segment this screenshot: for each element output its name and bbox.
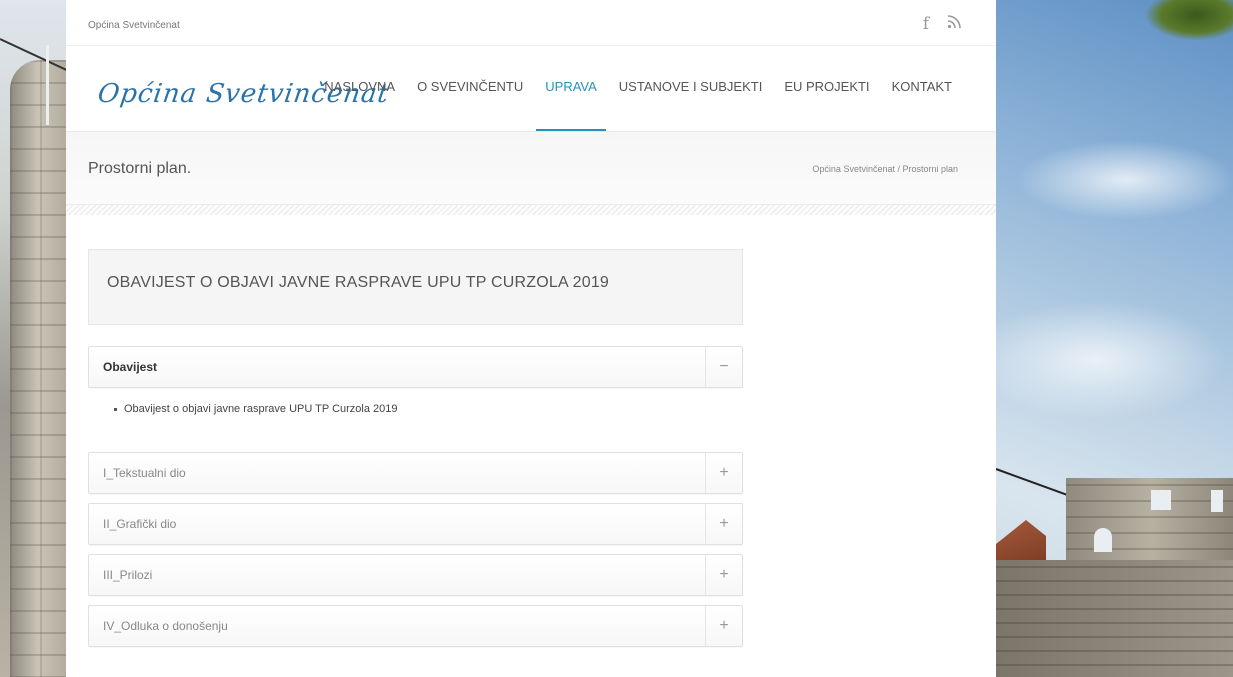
header: Općina Svetvinčenat NASLOVNA O SVEVINČEN… — [66, 46, 996, 132]
expand-icon[interactable]: + — [705, 555, 742, 595]
facebook-icon[interactable]: f — [923, 14, 929, 34]
decorative-stripe — [66, 205, 996, 215]
cloud — [1016, 140, 1233, 220]
nav-item-eu-projekti[interactable]: EU PROJEKTI — [773, 79, 880, 131]
accordion-label: IV_Odluka o donošenju — [103, 619, 228, 633]
document-link[interactable]: Obavijest o objavi javne rasprave UPU TP… — [114, 403, 743, 415]
nav-item-o-svevincentu[interactable]: O SVEVINČENTU — [406, 79, 534, 131]
accordion-body-obavijest: Obavijest o objavi javne rasprave UPU TP… — [88, 388, 743, 433]
nav-item-ustanove-i-subjekti[interactable]: USTANOVE I SUBJEKTI — [608, 79, 774, 131]
background-photo-right — [996, 0, 1233, 677]
castle-window — [1094, 528, 1112, 552]
accordion-label: Obavijest — [103, 360, 158, 374]
castle-window — [1211, 490, 1223, 512]
accordion-label: I_Tekstualni dio — [103, 466, 186, 480]
background-photo-left — [0, 0, 66, 677]
accordion-obavijest[interactable]: Obavijest − — [88, 346, 743, 388]
expand-icon[interactable]: + — [705, 453, 742, 493]
accordion-odluka-o-donosenju[interactable]: IV_Odluka o donošenju + — [88, 605, 743, 647]
expand-icon[interactable]: + — [705, 606, 742, 646]
castle-window — [1151, 490, 1171, 510]
lamp-pole — [46, 45, 49, 125]
accordion-label: II_Grafički dio — [103, 517, 177, 531]
page-container: Općina Svetvinčenat f Općina Svetvinčena… — [66, 0, 996, 677]
accordion-prilozi[interactable]: III_Prilozi + — [88, 554, 743, 596]
notice-box: OBAVIJEST O OBJAVI JAVNE RASPRAVE UPU TP… — [88, 249, 743, 325]
site-name-link[interactable]: Općina Svetvinčenat — [88, 20, 180, 31]
page-title: Prostorni plan. — [88, 160, 192, 177]
accordion-graficki-dio[interactable]: II_Grafički dio + — [88, 503, 743, 545]
stone-tower — [10, 60, 66, 677]
tree-foliage — [1146, 0, 1233, 40]
page-title-bar: Prostorni plan. Općina Svetvinčenat / Pr… — [66, 132, 996, 205]
expand-icon[interactable]: + — [705, 504, 742, 544]
cloud — [996, 300, 1226, 420]
top-bar: Općina Svetvinčenat f — [66, 0, 996, 46]
red-roof — [996, 520, 1046, 560]
accordion-label: III_Prilozi — [103, 568, 153, 582]
nav-item-kontakt[interactable]: KONTAKT — [881, 79, 963, 131]
stone-wall — [996, 560, 1233, 677]
rss-icon[interactable] — [947, 14, 961, 34]
main-content: OBAVIJEST O OBJAVI JAVNE RASPRAVE UPU TP… — [88, 249, 743, 647]
main-nav: NASLOVNA O SVEVINČENTU UPRAVA USTANOVE I… — [313, 79, 963, 131]
social-links: f — [923, 14, 961, 34]
nav-item-naslovna[interactable]: NASLOVNA — [313, 79, 406, 131]
notice-title: OBAVIJEST O OBJAVI JAVNE RASPRAVE UPU TP… — [107, 274, 610, 291]
accordion-tekstualni-dio[interactable]: I_Tekstualni dio + — [88, 452, 743, 494]
breadcrumb[interactable]: Općina Svetvinčenat / Prostorni plan — [812, 164, 958, 174]
nav-item-uprava[interactable]: UPRAVA — [534, 79, 608, 131]
collapse-icon[interactable]: − — [705, 347, 742, 387]
